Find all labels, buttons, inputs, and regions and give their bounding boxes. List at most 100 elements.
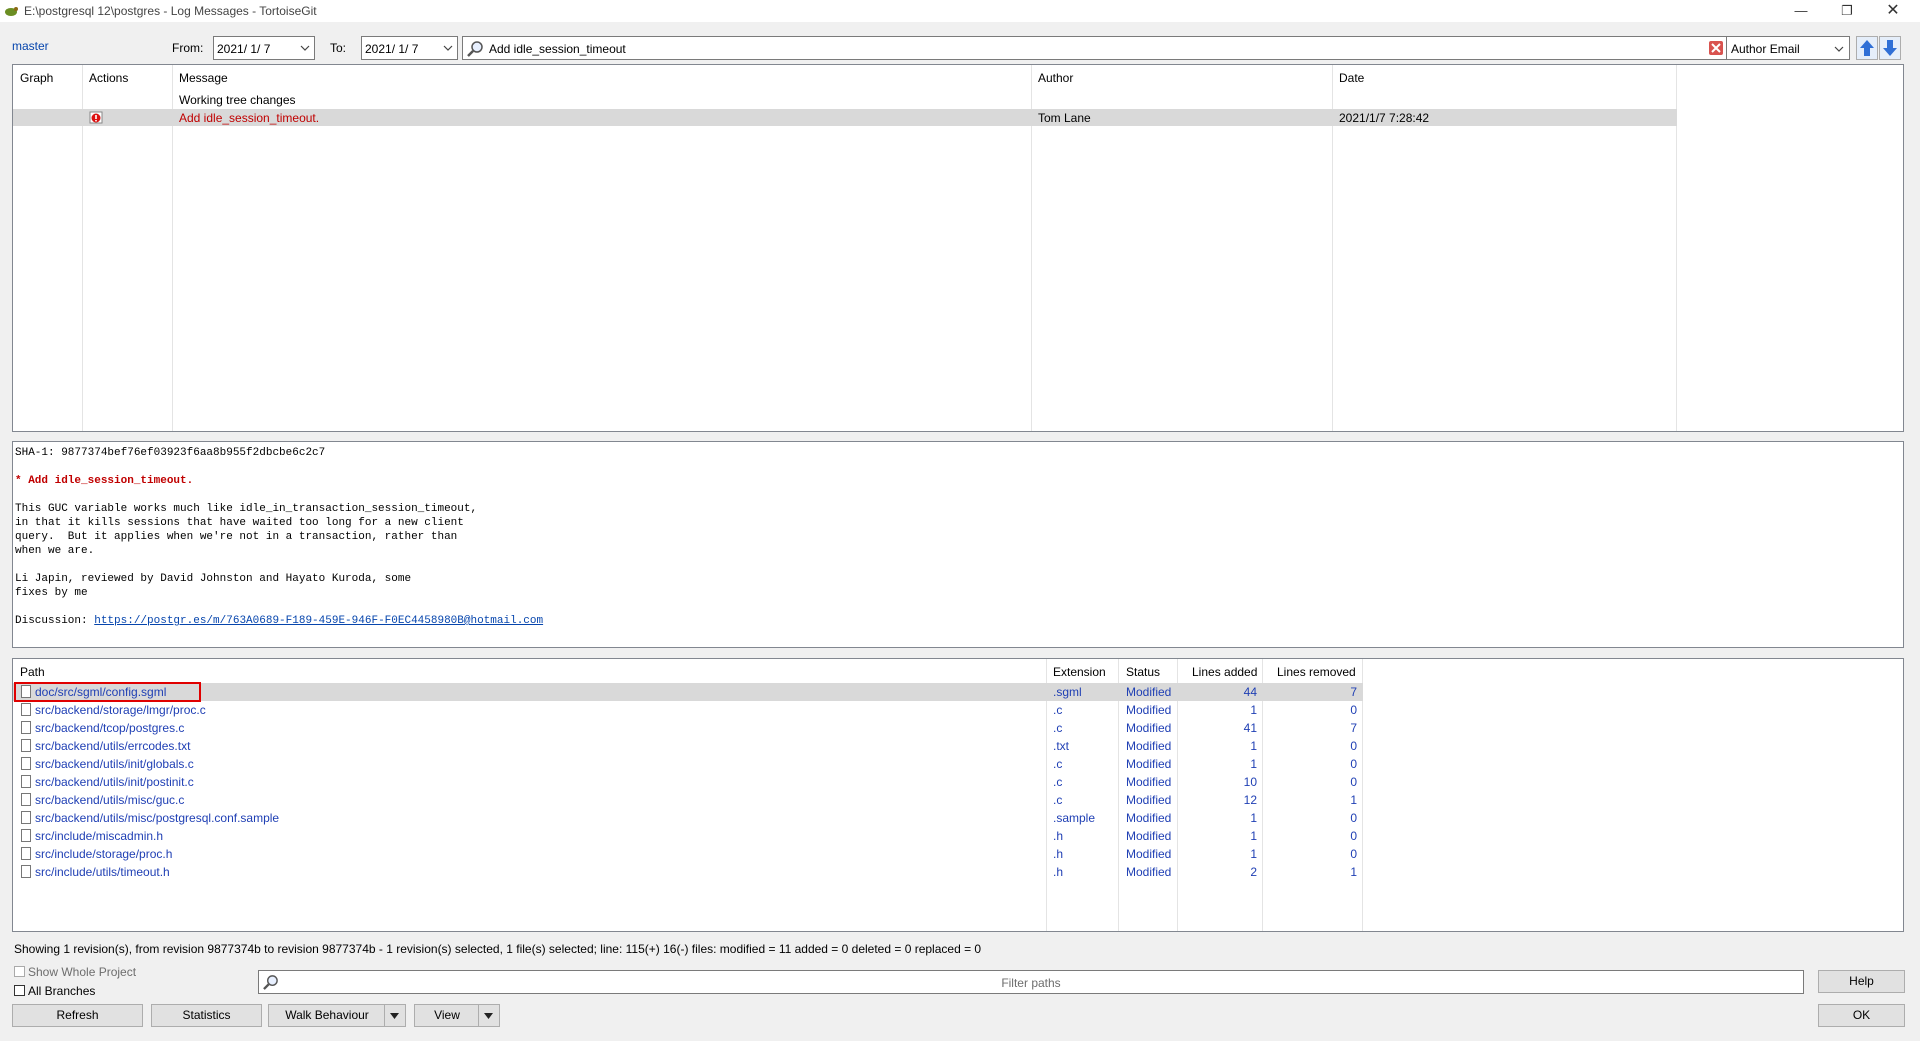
- walk-behaviour-button[interactable]: Walk Behaviour: [268, 1004, 406, 1027]
- table-row[interactable]: doc/src/sgml/config.sgml .sgml Modified 44 7: [13, 683, 1363, 701]
- table-row[interactable]: src/backend/utils/misc/postgresql.conf.s…: [13, 809, 1363, 827]
- file-icon: [21, 703, 31, 716]
- action-warning-icon: [89, 111, 103, 124]
- file-status-cell: Modified: [1126, 811, 1172, 825]
- lines-removed-cell: 7: [1350, 721, 1357, 735]
- body-line: query. But it applies when we're not in …: [15, 531, 458, 543]
- file-icon: [21, 829, 31, 842]
- lines-added-cell: 2: [1250, 865, 1257, 879]
- all-branches-label: All Branches: [28, 984, 96, 998]
- lines-removed-cell: 0: [1350, 775, 1357, 789]
- body-line: when we are.: [15, 545, 95, 557]
- credits-line: fixes by me: [15, 587, 88, 599]
- table-row[interactable]: src/backend/tcop/postgres.c .c Modified 41 7: [13, 719, 1363, 737]
- to-label: To:: [330, 41, 347, 55]
- column-header-lines-removed[interactable]: Lines removed: [1277, 665, 1356, 679]
- changed-files-list[interactable]: Path Extension Status Lines added Lines …: [12, 658, 1904, 932]
- file-icon: [21, 847, 31, 860]
- column-header-extension[interactable]: Extension: [1053, 665, 1106, 679]
- lines-removed-cell: 1: [1350, 865, 1357, 879]
- file-path-cell: src/backend/storage/lmgr/proc.c: [35, 703, 206, 717]
- commit-message-pane[interactable]: SHA-1: 9877374bef76ef03923f6aa8b955f2dbc…: [12, 441, 1904, 648]
- sort-up-button[interactable]: [1856, 36, 1878, 60]
- lines-removed-cell: 0: [1350, 757, 1357, 771]
- column-header-author[interactable]: Author: [1038, 71, 1073, 85]
- commit-date-cell: 2021/1/7 7:28:42: [1339, 111, 1430, 125]
- show-whole-project-label: Show Whole Project: [28, 965, 137, 979]
- view-dropdown[interactable]: [478, 1005, 499, 1026]
- file-status-cell: Modified: [1126, 847, 1172, 861]
- help-button[interactable]: Help: [1818, 970, 1905, 993]
- file-extension-cell: .c: [1053, 757, 1063, 771]
- file-status-cell: Modified: [1126, 829, 1172, 843]
- column-header-lines-added[interactable]: Lines added: [1192, 665, 1257, 679]
- table-row[interactable]: src/include/storage/proc.h .h Modified 1 0: [13, 845, 1363, 863]
- lines-removed-cell: 0: [1350, 829, 1357, 843]
- show-whole-project-checkbox[interactable]: [14, 966, 25, 977]
- arrow-up-icon: [1860, 40, 1874, 56]
- table-row[interactable]: src/backend/utils/misc/guc.c .c Modified 12…: [13, 791, 1363, 809]
- walk-behaviour-dropdown[interactable]: [384, 1005, 405, 1026]
- table-row[interactable]: src/include/miscadmin.h .h Modified 1 0: [13, 827, 1363, 845]
- column-header-date[interactable]: Date: [1339, 71, 1364, 85]
- body-line: This GUC variable works much like idle_i…: [15, 503, 478, 515]
- lines-removed-cell: 7: [1350, 685, 1357, 699]
- file-status-cell: Modified: [1126, 775, 1172, 789]
- clear-search-icon[interactable]: [1709, 41, 1723, 55]
- working-tree-row[interactable]: Working tree changes: [179, 93, 296, 107]
- lines-added-cell: 1: [1250, 829, 1257, 843]
- chevron-down-icon: [443, 45, 453, 51]
- table-row[interactable]: src/include/utils/timeout.h .h Modified 2 1: [13, 863, 1363, 881]
- statistics-button[interactable]: Statistics: [151, 1004, 262, 1027]
- discussion-link[interactable]: https://postgr.es/m/763A0689-F189-459E-9…: [94, 615, 543, 627]
- table-row[interactable]: src/backend/utils/init/globals.c .c Modifi…: [13, 755, 1363, 773]
- from-date-picker[interactable]: 2021/ 1/ 7: [213, 36, 315, 60]
- column-header-graph[interactable]: Graph: [20, 71, 53, 85]
- caret-down-icon: [484, 1013, 493, 1019]
- file-path-cell: src/backend/tcop/postgres.c: [35, 721, 185, 735]
- discussion-label: Discussion:: [15, 615, 95, 627]
- caret-down-icon: [390, 1013, 399, 1019]
- table-row[interactable]: src/backend/utils/init/postinit.c .c Modif…: [13, 773, 1363, 791]
- file-path-cell: src/backend/utils/init/postinit.c: [35, 775, 194, 789]
- search-text: Add idle_session_timeout: [489, 42, 626, 56]
- column-header-path[interactable]: Path: [20, 665, 45, 679]
- refresh-button[interactable]: Refresh: [12, 1004, 143, 1027]
- search-field-select[interactable]: Author Email: [1726, 36, 1850, 60]
- branch-link[interactable]: master: [12, 39, 49, 53]
- column-header-status[interactable]: Status: [1126, 665, 1160, 679]
- file-path-cell: src/include/miscadmin.h: [35, 829, 164, 843]
- table-row[interactable]: Add idle_session_timeout. Tom Lane 2021/…: [13, 109, 1677, 126]
- all-branches-checkbox[interactable]: [14, 985, 25, 996]
- search-input[interactable]: Add idle_session_timeout: [462, 36, 1728, 60]
- file-status-cell: Modified: [1126, 865, 1172, 879]
- file-status-cell: Modified: [1126, 703, 1172, 717]
- minimize-button[interactable]: —: [1778, 0, 1824, 22]
- ok-button[interactable]: OK: [1818, 1004, 1905, 1027]
- file-status-cell: Modified: [1126, 721, 1172, 735]
- search-icon: [467, 41, 483, 57]
- file-icon: [21, 793, 31, 806]
- lines-removed-cell: 0: [1350, 847, 1357, 861]
- body-line: in that it kills sessions that have wait…: [15, 517, 464, 529]
- log-list[interactable]: Graph Actions Message Author Date Workin…: [12, 64, 1904, 432]
- column-header-actions[interactable]: Actions: [89, 71, 128, 85]
- commit-message-cell: Add idle_session_timeout.: [179, 111, 320, 125]
- view-button[interactable]: View: [414, 1004, 500, 1027]
- table-row[interactable]: src/backend/storage/lmgr/proc.c .c Modifie…: [13, 701, 1363, 719]
- file-status-cell: Modified: [1126, 685, 1172, 699]
- file-path-cell: src/include/storage/proc.h: [35, 847, 173, 861]
- table-row[interactable]: src/backend/utils/errcodes.txt .txt Modifi…: [13, 737, 1363, 755]
- column-header-message[interactable]: Message: [179, 71, 228, 85]
- title-bar: E:\postgresql 12\postgres - Log Messages…: [0, 0, 1920, 22]
- lines-added-cell: 41: [1243, 721, 1257, 735]
- lines-added-cell: 1: [1250, 811, 1257, 825]
- file-icon: [21, 739, 31, 752]
- to-date-picker[interactable]: 2021/ 1/ 7: [361, 36, 458, 60]
- sort-down-button[interactable]: [1879, 36, 1901, 60]
- restore-button[interactable]: ❐: [1824, 0, 1870, 22]
- file-extension-cell: .txt: [1053, 739, 1070, 753]
- file-extension-cell: .h: [1053, 847, 1064, 861]
- filter-paths-input[interactable]: Filter paths: [258, 970, 1804, 994]
- close-button[interactable]: ✕: [1870, 0, 1916, 22]
